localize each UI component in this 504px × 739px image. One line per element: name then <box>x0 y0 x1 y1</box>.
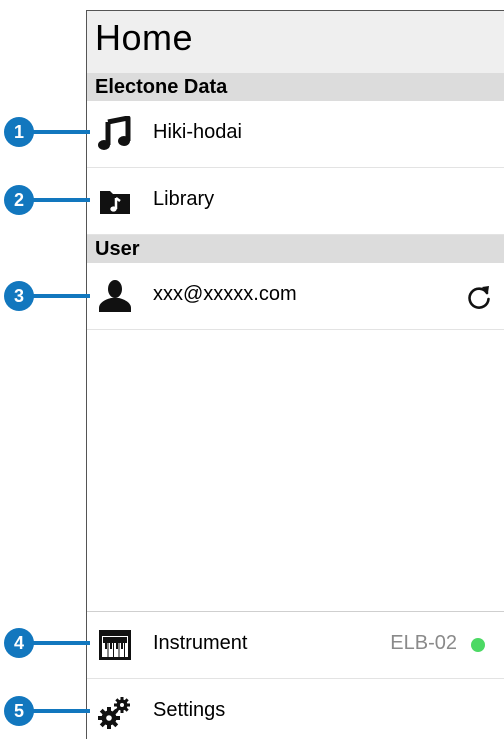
callout-line <box>32 641 90 645</box>
menu-item-label: Instrument <box>153 632 248 654</box>
callout-badge: 1 <box>4 117 34 147</box>
callout-3: 3 <box>0 281 100 311</box>
folder-music-icon <box>100 191 130 214</box>
section-header-electone-data: Electone Data <box>87 73 504 101</box>
callout-line <box>32 294 90 298</box>
menu-item-label: Library <box>153 188 215 210</box>
callout-badge: 5 <box>4 696 34 726</box>
callout-1: 1 <box>0 117 100 147</box>
instrument-model: ELB-02 <box>390 632 457 654</box>
callout-badge: 3 <box>4 281 34 311</box>
title-bar: Home <box>87 11 504 73</box>
account-email: xxx@xxxxx.com <box>153 283 297 305</box>
menu-item-library[interactable]: Library <box>87 168 504 235</box>
music-note-icon <box>98 116 131 150</box>
menu-item-account[interactable]: xxx@xxxxx.com <box>87 263 504 330</box>
user-icon <box>99 280 131 312</box>
callout-badge: 4 <box>4 628 34 658</box>
keyboard-icon <box>99 630 131 660</box>
menu-item-label: Hiki-hodai <box>153 121 242 143</box>
menu-item-label: Settings <box>153 699 226 721</box>
callout-badge: 2 <box>4 185 34 215</box>
callout-line <box>32 130 90 134</box>
menu-item-instrument[interactable]: Instrument ELB-02 <box>87 612 504 679</box>
callout-5: 5 <box>0 696 100 726</box>
section-header-user: User <box>87 235 504 263</box>
callout-2: 2 <box>0 185 100 215</box>
page-title: Home <box>95 17 194 58</box>
home-panel: Home Electone Data Hiki-hodai Library Us… <box>86 10 504 739</box>
section-title: User <box>95 238 140 260</box>
refresh-icon[interactable] <box>465 283 493 311</box>
section-title: Electone Data <box>95 76 228 98</box>
callout-line <box>32 198 90 202</box>
menu-item-hiki-hodai[interactable]: Hiki-hodai <box>87 101 504 168</box>
connection-status-dot <box>471 638 485 652</box>
menu-item-settings[interactable]: Settings <box>87 679 504 739</box>
callout-4: 4 <box>0 628 100 658</box>
callout-line <box>32 709 90 713</box>
gears-icon <box>98 697 130 729</box>
